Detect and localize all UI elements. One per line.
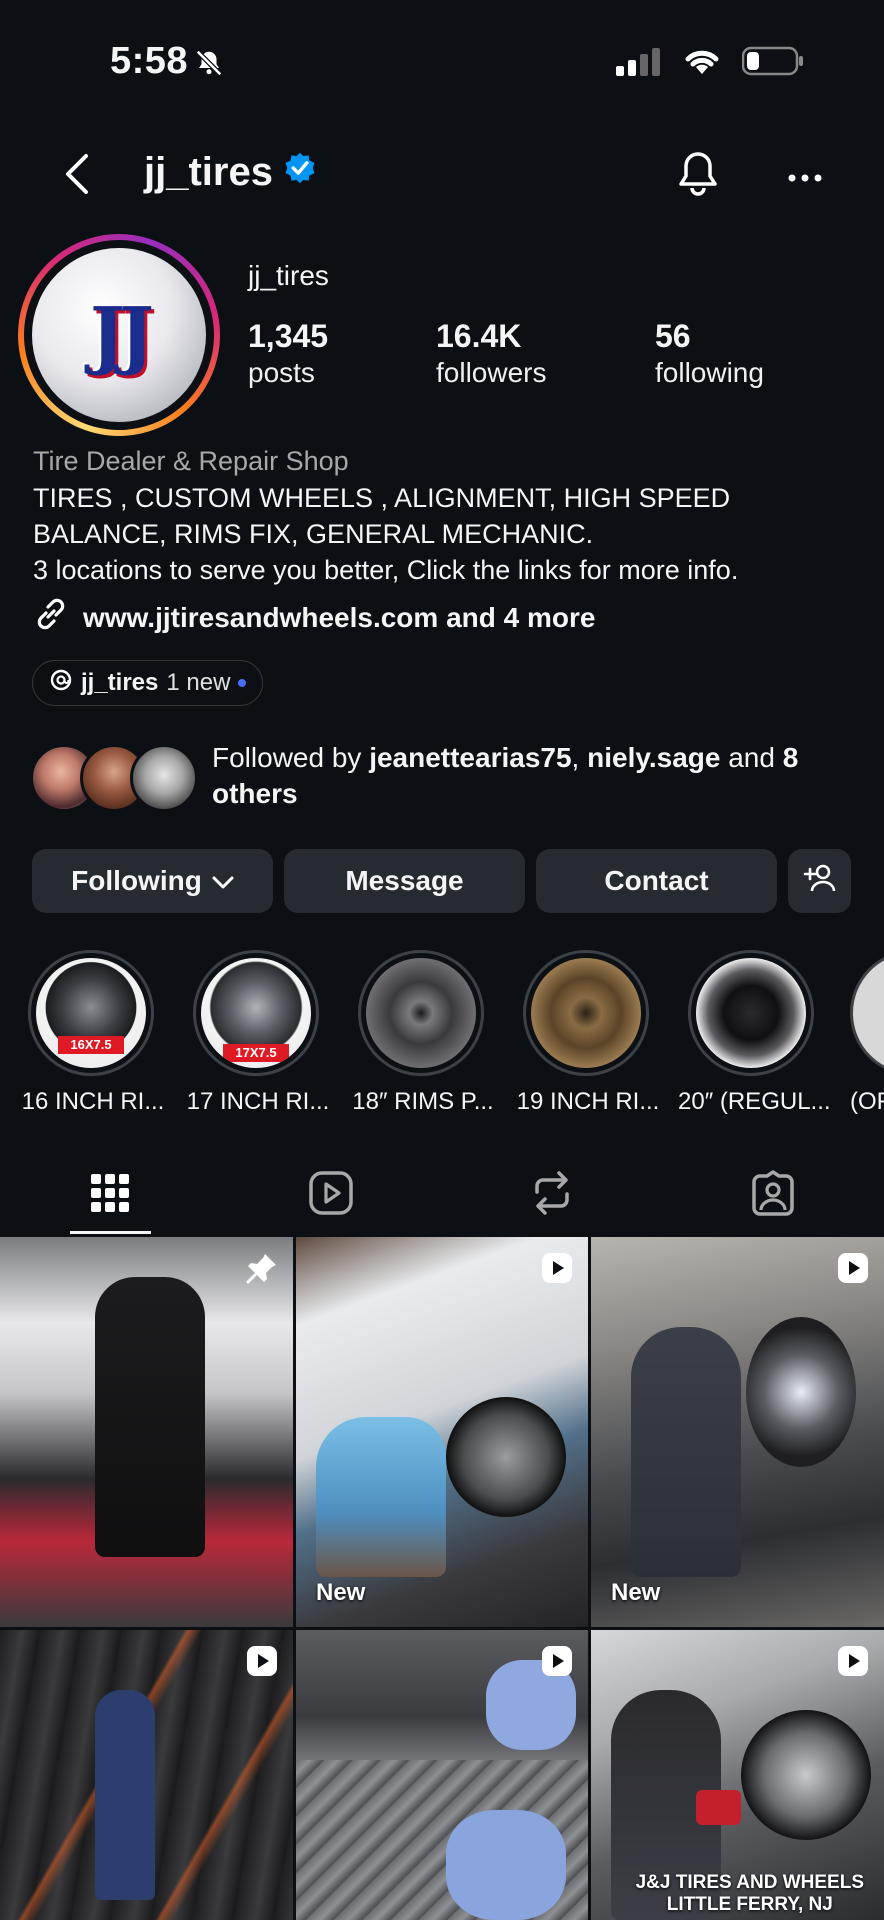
bell-icon: [676, 152, 720, 200]
bio-line: 3 locations to serve you better, Click t…: [33, 555, 739, 585]
grid-post[interactable]: [0, 1630, 293, 1920]
highlight-item[interactable]: 19 INCH RI...: [517, 950, 659, 1116]
repost-icon: [531, 1170, 573, 1221]
notifications-button[interactable]: [676, 150, 720, 201]
more-options-button[interactable]: [788, 170, 822, 188]
reel-icon: [836, 1251, 870, 1290]
tab-reels[interactable]: [276, 1160, 386, 1230]
followed-by-text[interactable]: Followed by jeanettearias75, niely.sage …: [212, 740, 852, 812]
followed-by-prefix: Followed by: [212, 742, 370, 773]
followers-stat[interactable]: 16.4K followers: [436, 318, 546, 389]
highlight-label: 16 INCH RI...: [21, 1088, 165, 1115]
reel-icon: [540, 1251, 574, 1290]
reel-icon: [245, 1644, 279, 1683]
grid-post[interactable]: J&J TIRES AND WHEELS LITTLE FERRY, NJ: [591, 1630, 884, 1920]
highlight-label: 19 INCH RI...: [516, 1088, 660, 1115]
highlight-item[interactable]: 20″ (REGUL...: [678, 950, 831, 1116]
profile-bio: TIRES , CUSTOM WHEELS , ALIGNMENT, HIGH …: [33, 480, 863, 588]
status-time: 5:58: [110, 40, 189, 82]
avatar-logo: JJ: [89, 292, 154, 378]
chevron-left-icon: [62, 152, 90, 201]
grid-post[interactable]: [0, 1237, 293, 1627]
reels-icon: [308, 1170, 354, 1221]
page-title: jj_tires: [144, 150, 317, 195]
header-username: jj_tires: [144, 150, 273, 194]
message-label: Message: [345, 865, 464, 896]
message-button[interactable]: Message: [284, 849, 525, 913]
profile-avatar[interactable]: JJ: [18, 234, 220, 436]
bell-muted-icon: [194, 48, 224, 83]
highlight-tag: 16X7.5: [58, 1036, 124, 1054]
caption-line: LITTLE FERRY, NJ: [666, 1894, 833, 1915]
threads-username: jj_tires: [81, 669, 159, 696]
new-dot: [238, 679, 247, 687]
suggested-users-button[interactable]: [788, 849, 851, 913]
posts-stat[interactable]: 1,345 posts: [248, 318, 328, 389]
following-label: following: [655, 357, 764, 388]
highlight-item[interactable]: 16X7.5 16 INCH RI...: [22, 950, 164, 1116]
separator: ,: [571, 742, 588, 773]
highlight-item[interactable]: 18″ RIMS P...: [352, 950, 494, 1116]
caption-line: J&J TIRES AND WHEELS: [635, 1872, 864, 1893]
highlight-label: 20″ (REGUL...: [678, 1088, 831, 1115]
contact-button[interactable]: Contact: [536, 849, 777, 913]
threads-icon: [49, 668, 73, 699]
followers-label: followers: [436, 357, 547, 388]
pin-icon: [245, 1251, 279, 1290]
bio-line: TIRES , CUSTOM WHEELS , ALIGNMENT, HIGH …: [33, 483, 731, 513]
avatar: [130, 744, 198, 812]
link-text: www.jjtiresandwheels.com and 4 more: [83, 601, 596, 633]
grid-post[interactable]: New: [591, 1237, 884, 1627]
link-icon: [33, 596, 69, 639]
tab-reposts[interactable]: [497, 1160, 607, 1230]
cellular-signal-icon: [616, 46, 662, 81]
verified-badge-icon: [283, 150, 317, 195]
highlight-label: 18″ RIMS P...: [352, 1088, 494, 1115]
back-button[interactable]: [56, 148, 96, 204]
tagged-person-icon: [750, 1169, 796, 1221]
chevron-down-icon: [212, 865, 234, 897]
new-label: New: [316, 1579, 366, 1606]
follower-name: jeanettearias75: [369, 742, 572, 773]
tab-posts-grid[interactable]: [55, 1160, 165, 1230]
mutual-followers-avatars[interactable]: [30, 744, 198, 814]
active-tab-indicator: [70, 1231, 151, 1234]
post-caption-overlay: J&J TIRES AND WHEELS LITTLE FERRY, NJ: [636, 1872, 864, 1916]
reel-icon: [836, 1644, 870, 1683]
posts-count: 1,345: [248, 318, 329, 354]
highlight-label: 17 INCH RI...: [186, 1088, 330, 1115]
status-indicators: [616, 46, 804, 81]
followers-count: 16.4K: [436, 318, 522, 354]
profile-name: jj_tires: [248, 260, 329, 291]
highlight-tag: 17X7.5: [223, 1044, 289, 1062]
contact-label: Contact: [604, 865, 709, 896]
highlight-item-partial[interactable]: (OF: [850, 950, 884, 1116]
profile-links[interactable]: www.jjtiresandwheels.com and 4 more: [33, 596, 595, 639]
highlight-item[interactable]: 17X7.5 17 INCH RI...: [187, 950, 329, 1116]
follower-name: niely.sage: [587, 742, 721, 773]
posts-label: posts: [248, 357, 315, 388]
more-horizontal-icon: [788, 170, 822, 187]
following-stat[interactable]: 56 following: [655, 318, 764, 389]
new-label: New: [611, 1579, 661, 1606]
profile-category: Tire Dealer & Repair Shop: [33, 446, 349, 476]
highlight-label: (OF: [850, 1088, 884, 1115]
grid-post[interactable]: New: [296, 1237, 588, 1627]
bio-line: BALANCE, RIMS FIX, GENERAL MECHANIC.: [33, 519, 594, 549]
reel-icon: [540, 1644, 574, 1683]
following-count: 56: [655, 318, 691, 354]
following-button[interactable]: Following: [32, 849, 273, 913]
threads-new-label: 1 new: [166, 669, 231, 696]
grid-post[interactable]: [296, 1630, 588, 1920]
tab-tagged[interactable]: [718, 1160, 828, 1230]
following-label: Following: [71, 865, 202, 896]
battery-icon: [741, 46, 804, 81]
add-person-icon: [803, 863, 837, 900]
grid-icon: [90, 1173, 130, 1218]
wifi-icon: [682, 46, 722, 81]
conjunction: and: [720, 742, 783, 773]
threads-badge[interactable]: jj_tires 1 new: [32, 660, 264, 706]
